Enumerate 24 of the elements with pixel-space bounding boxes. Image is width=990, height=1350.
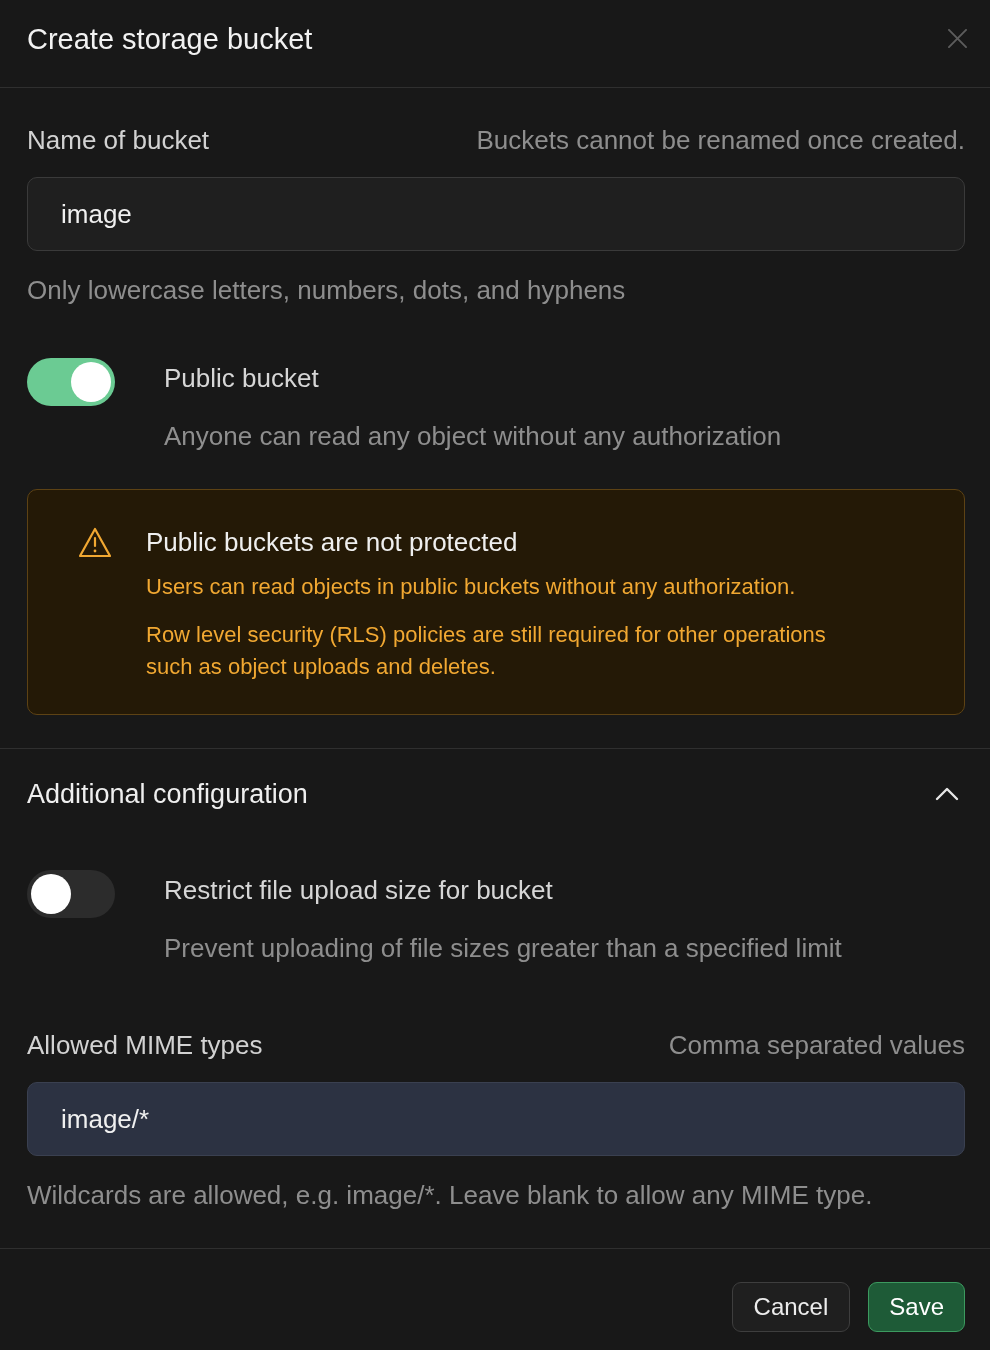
chevron-up-icon[interactable] <box>935 787 959 801</box>
field-hint: Comma separated values <box>668 1029 965 1061</box>
warning-text: Users can read objects in public buckets without any authorization. <box>146 573 797 601</box>
toggle-switch[interactable] <box>27 358 115 406</box>
dialog-title: Create storage bucket <box>27 21 313 57</box>
field-label: Allowed MIME types <box>27 1029 263 1061</box>
toggle-switch[interactable] <box>27 870 115 918</box>
section-title: Additional configuration <box>27 778 308 810</box>
input-field[interactable]: image <box>27 177 965 251</box>
input-field[interactable]: image/* <box>27 1082 965 1156</box>
cancel-button[interactable]: Cancel <box>731 1282 851 1332</box>
warning-title: Public buckets are not protected <box>146 526 519 558</box>
toggle-label: Restrict file upload size for bucket <box>164 874 554 906</box>
field-label: Name of bucket <box>27 124 210 156</box>
help-text: Only lowercase letters, numbers, dots, and hyphens <box>27 274 627 306</box>
toggle-description: Prevent uploading of file sizes greater than a specified limit <box>164 932 842 964</box>
toggle-description: Anyone can read any object without any authorization <box>164 420 782 452</box>
save-button[interactable]: Save <box>868 1282 965 1332</box>
warning-icon <box>78 527 112 558</box>
field-hint: Buckets cannot be renamed once created. <box>476 124 965 156</box>
help-text: Wildcards are allowed, e.g. image/*. Leave blank to allow any MIME type. <box>27 1179 874 1211</box>
warning-text: Row level security (RLS) policies are still required for other operations such as object uploads and deletes. <box>146 621 827 681</box>
toggle-label: Public bucket <box>164 362 320 394</box>
close-icon[interactable] <box>948 29 967 48</box>
